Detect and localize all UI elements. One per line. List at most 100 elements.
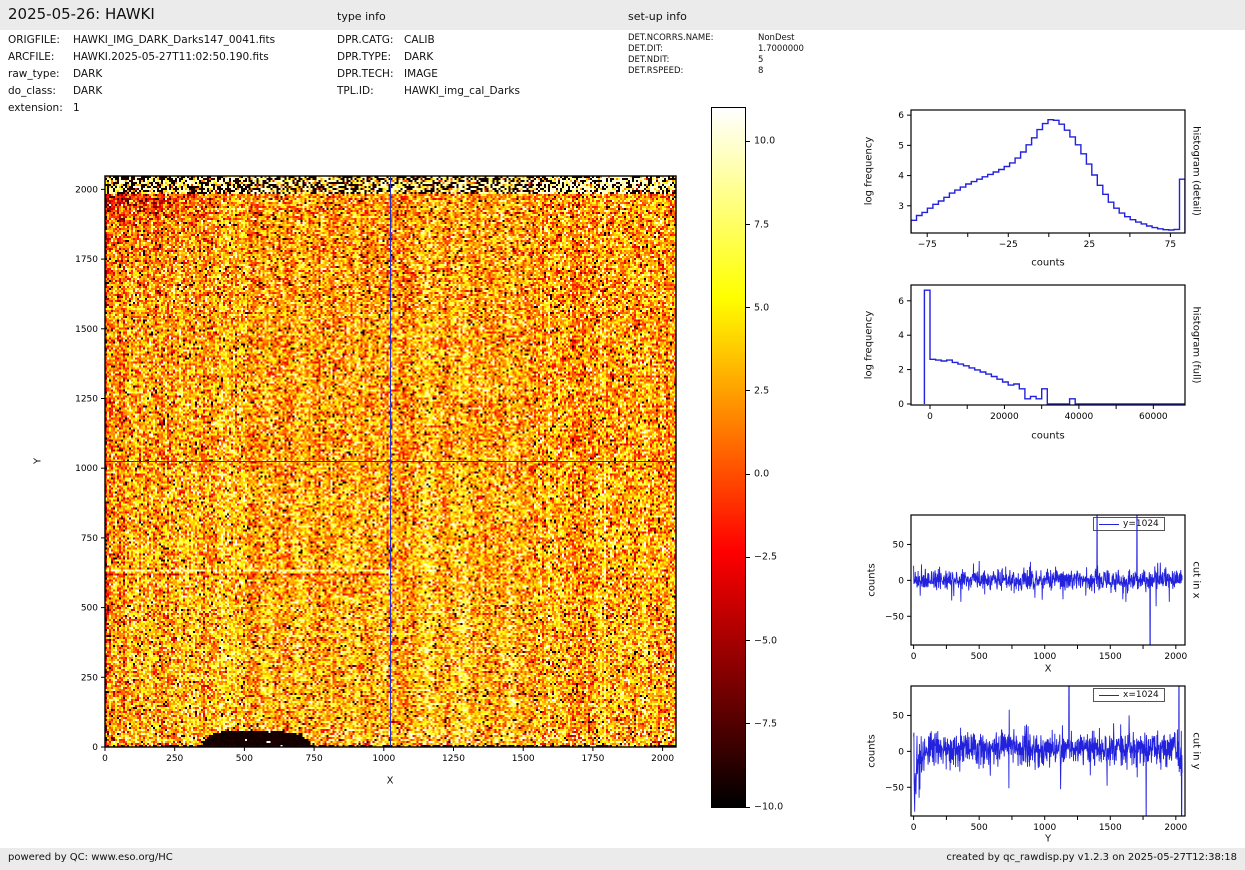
colorbar-tick-mark — [745, 640, 750, 642]
svg-text:0: 0 — [898, 400, 904, 410]
main-ylabel: Y — [32, 457, 44, 465]
colorbar-tick-mark — [745, 390, 750, 392]
colorbar-tick-label: −10.0 — [754, 801, 784, 813]
colorbar-tick-label: 5.0 — [754, 302, 770, 314]
colorbar-tick-label: 0.0 — [754, 468, 770, 480]
colorbar-tick-mark — [745, 556, 750, 558]
info-value: IMAGE — [404, 68, 438, 80]
histogram-full-plot: 0 20000 40000 60000 0 2 4 6 — [898, 284, 1186, 422]
svg-text:50: 50 — [893, 711, 905, 721]
svg-text:250: 250 — [166, 754, 183, 764]
colorbar-tick-mark — [745, 140, 750, 142]
info-label: raw_type: — [8, 68, 60, 80]
svg-text:500: 500 — [236, 754, 253, 764]
svg-text:4: 4 — [898, 172, 904, 182]
info-label: DET.DIT: — [628, 44, 663, 54]
svg-text:1250: 1250 — [442, 754, 465, 764]
info-value: DARK — [73, 68, 103, 80]
svg-text:0: 0 — [102, 754, 108, 764]
svg-text:2000: 2000 — [1164, 652, 1187, 662]
colorbar-border — [711, 107, 746, 808]
svg-text:0: 0 — [911, 652, 917, 662]
info-label: TPL.ID: — [337, 85, 374, 97]
svg-text:0: 0 — [898, 747, 904, 757]
qc-report-page: 2025-05-26: HAWKI type info set-up info … — [0, 0, 1245, 870]
info-value: HAWKI.2025-05-27T11:02:50.190.fits — [73, 51, 269, 63]
svg-text:1500: 1500 — [75, 325, 98, 335]
type-info-heading: type info — [337, 10, 386, 23]
svg-text:25: 25 — [1084, 240, 1095, 250]
cut-in-x-plot: 0 500 1000 1500 2000 −50 0 50 — [885, 514, 1188, 662]
info-value: 1.7000000 — [758, 44, 804, 54]
svg-text:2000: 2000 — [75, 185, 98, 195]
colorbar-tick-mark — [745, 307, 750, 309]
info-value: CALIB — [404, 34, 435, 46]
svg-text:500: 500 — [971, 823, 988, 833]
svg-text:500: 500 — [81, 604, 98, 614]
svg-text:1500: 1500 — [1099, 652, 1122, 662]
svg-text:1500: 1500 — [512, 754, 535, 764]
info-label: DPR.TYPE: — [337, 51, 392, 63]
info-label: DPR.TECH: — [337, 68, 394, 80]
svg-text:20000: 20000 — [990, 412, 1019, 422]
svg-text:1000: 1000 — [75, 464, 98, 474]
setup-info-heading: set-up info — [628, 10, 687, 23]
info-label: DET.NDIT: — [628, 55, 670, 65]
info-value: DARK — [73, 85, 103, 97]
svg-text:60000: 60000 — [1139, 412, 1168, 422]
info-value: DARK — [404, 51, 434, 63]
info-label: extension: — [8, 102, 63, 114]
histogram-detail-plot: −75 −25 25 75 3 4 5 6 — [898, 109, 1186, 250]
colorbar-tick-label: −7.5 — [754, 718, 778, 730]
info-label: ORIGFILE: — [8, 34, 60, 46]
info-value: HAWKI_img_cal_Darks — [404, 85, 520, 97]
info-label: do_class: — [8, 85, 56, 97]
main-image-axes: 0 250 500 750 1000 1250 1500 1750 2000 0 250 500 750… — [75, 175, 677, 764]
colorbar-tick-label: 10.0 — [754, 135, 776, 147]
footer-left-text: powered by QC: www.eso.org/HC — [8, 852, 173, 863]
svg-text:6: 6 — [898, 297, 904, 307]
svg-text:1000: 1000 — [1033, 652, 1056, 662]
svg-text:−25: −25 — [999, 240, 1018, 250]
colorbar-tick-label: −2.5 — [754, 551, 778, 563]
cut-in-y-plot: 0 500 1000 1500 2000 −50 0 50 — [885, 685, 1188, 833]
colorbar-tick-mark — [745, 473, 750, 475]
info-label: DET.NCORRS.NAME: — [628, 33, 714, 43]
svg-text:2000: 2000 — [1164, 823, 1187, 833]
page-title: 2025-05-26: HAWKI — [8, 5, 155, 23]
svg-text:0: 0 — [92, 743, 98, 753]
svg-text:5: 5 — [898, 141, 904, 151]
svg-text:0: 0 — [927, 412, 933, 422]
svg-text:1000: 1000 — [372, 754, 395, 764]
svg-text:3: 3 — [898, 202, 904, 212]
svg-text:750: 750 — [81, 534, 98, 544]
svg-text:2: 2 — [898, 366, 904, 376]
svg-text:1000: 1000 — [1033, 823, 1056, 833]
info-value: 8 — [758, 66, 764, 76]
colorbar-tick-mark — [745, 806, 750, 808]
svg-text:1750: 1750 — [581, 754, 604, 764]
svg-text:750: 750 — [306, 754, 323, 764]
info-value: 5 — [758, 55, 764, 65]
info-value: 1 — [73, 102, 80, 114]
svg-text:250: 250 — [81, 673, 98, 683]
svg-text:4: 4 — [898, 331, 904, 341]
colorbar-tick-label: 7.5 — [754, 219, 770, 230]
info-label: ARCFILE: — [8, 51, 55, 63]
svg-text:−50: −50 — [885, 612, 904, 622]
svg-text:−75: −75 — [918, 240, 937, 250]
info-label: DET.RSPEED: — [628, 66, 684, 76]
svg-text:0: 0 — [898, 576, 904, 586]
colorbar-tick-mark — [745, 224, 750, 225]
svg-text:0: 0 — [911, 823, 917, 833]
svg-text:2000: 2000 — [651, 754, 674, 764]
svg-text:1250: 1250 — [75, 394, 98, 404]
svg-text:1500: 1500 — [1099, 823, 1122, 833]
svg-text:6: 6 — [898, 111, 904, 121]
svg-text:50: 50 — [893, 540, 905, 550]
svg-text:40000: 40000 — [1065, 412, 1094, 422]
svg-text:75: 75 — [1165, 240, 1176, 250]
svg-text:1750: 1750 — [75, 255, 98, 265]
info-label: DPR.CATG: — [337, 34, 394, 46]
header-strip — [0, 0, 1245, 30]
